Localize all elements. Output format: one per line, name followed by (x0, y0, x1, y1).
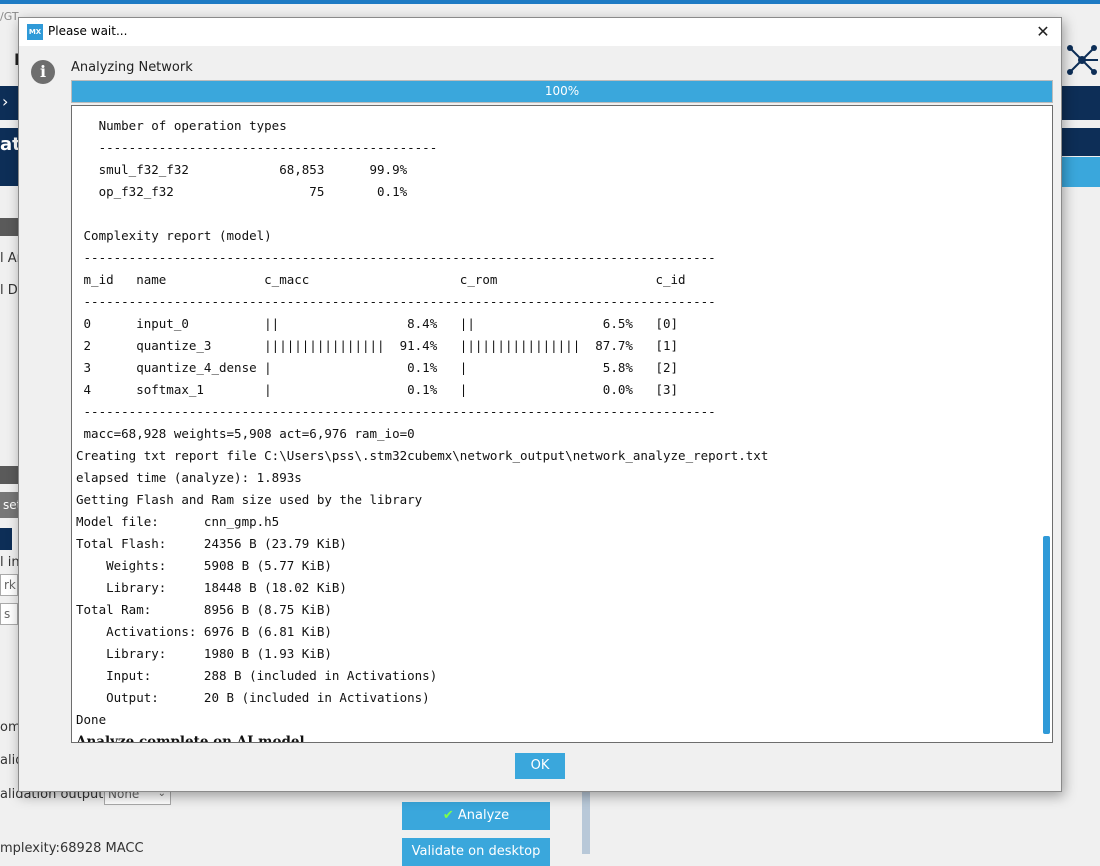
app-panel2-header-left (0, 466, 18, 484)
app-left-field-s[interactable]: s (0, 603, 18, 625)
app-preset-button[interactable]: set (0, 492, 21, 518)
app-top-accent (0, 0, 1100, 4)
please-wait-dialog: MX Please wait... ✕ i Analyzing Network … (18, 17, 1062, 792)
log-line: ----------------------------------------… (76, 294, 716, 309)
log-line: Done (76, 712, 107, 727)
log-line: Library: 1980 B (1.93 KiB) (76, 646, 332, 661)
log-line: Complexity report (model) (76, 228, 272, 243)
log-line: ----------------------------------------… (76, 140, 438, 155)
app-section-subheader-right (1062, 157, 1100, 187)
log-line: Library: 18448 B (18.02 KiB) (76, 580, 347, 595)
app-panel-header-left (0, 218, 18, 236)
validate-desktop-button[interactable]: Validate on desktop (402, 838, 550, 866)
progress-label: 100% (544, 84, 580, 98)
chevron-right-icon: › (2, 92, 9, 111)
log-line: ----------------------------------------… (76, 404, 716, 419)
network-icon[interactable] (1064, 42, 1100, 78)
log-line: Getting Flash and Ram size used by the l… (76, 492, 423, 507)
analyze-button[interactable]: ✔ Analyze (402, 802, 550, 830)
log-line: Number of operation types (76, 118, 287, 133)
ok-button[interactable]: OK (515, 753, 565, 779)
app-window-title: /GT (0, 10, 19, 23)
log-line: macc=68,928 weights=5,908 act=6,976 ram_… (76, 426, 415, 441)
app-left-tab[interactable] (0, 528, 12, 550)
progress-bar: 100% (71, 80, 1053, 103)
log-line: smul_f32_f32 68,853 99.9% (76, 162, 408, 177)
app-left-field-rk[interactable]: rk (0, 574, 18, 596)
log-line: Output: 20 B (included in Activations) (76, 690, 430, 705)
analyze-complete-message: Analyze complete on AI model (76, 734, 305, 743)
close-button[interactable]: ✕ (1031, 21, 1055, 43)
cubemx-logo-icon: MX (27, 24, 43, 40)
log-line: Weights: 5908 B (5.77 KiB) (76, 558, 332, 573)
log-line: Model file: cnn_gmp.h5 (76, 514, 280, 529)
log-line: Total Flash: 24356 B (23.79 KiB) (76, 536, 347, 551)
log-line: 4 softmax_1 | 0.1% | 0.0% [3] (76, 382, 679, 397)
log-line: Creating txt report file C:\Users\pss\.s… (76, 448, 769, 463)
app-nav-bar-left[interactable]: › (0, 86, 20, 120)
log-line: Input: 288 B (included in Activations) (76, 668, 438, 683)
log-line: op_f32_f32 75 0.1% (76, 184, 408, 199)
analyze-button-label: Analyze (457, 808, 510, 823)
log-line: Activations: 6976 B (6.81 KiB) (76, 624, 332, 639)
log-scrollbar-thumb[interactable] (1043, 536, 1050, 734)
log-lines: Number of operation types --------------… (76, 106, 1038, 743)
app-splitter[interactable] (582, 792, 590, 854)
log-line: 2 quantize_3 |||||||||||||||| 91.4% ||||… (76, 338, 679, 353)
log-line: 3 quantize_4_dense | 0.1% | 5.8% [2] (76, 360, 679, 375)
log-line: 0 input_0 || 8.4% || 6.5% [0] (76, 316, 679, 331)
status-label: Analyzing Network (71, 60, 193, 75)
info-icon: i (31, 60, 55, 84)
app-nav-bar-right (1062, 86, 1100, 120)
app-section-header-left: ati (0, 128, 27, 186)
log-line: elapsed time (analyze): 1.893s (76, 470, 302, 485)
dialog-title: Please wait... (48, 24, 128, 38)
log-line: Total Ram: 8956 B (8.75 KiB) (76, 602, 332, 617)
app-section-header-right (1062, 128, 1100, 156)
app-left-label-in: l in (0, 555, 20, 570)
log-line: m_id name c_macc c_rom c_id (76, 272, 686, 287)
check-icon: ✔ (442, 808, 454, 823)
dialog-titlebar[interactable]: MX Please wait... ✕ (19, 18, 1061, 46)
close-icon: ✕ (1036, 22, 1050, 41)
log-scrollbar[interactable] (1040, 106, 1052, 742)
log-line: ----------------------------------------… (76, 250, 716, 265)
log-output[interactable]: Number of operation types --------------… (71, 105, 1053, 743)
